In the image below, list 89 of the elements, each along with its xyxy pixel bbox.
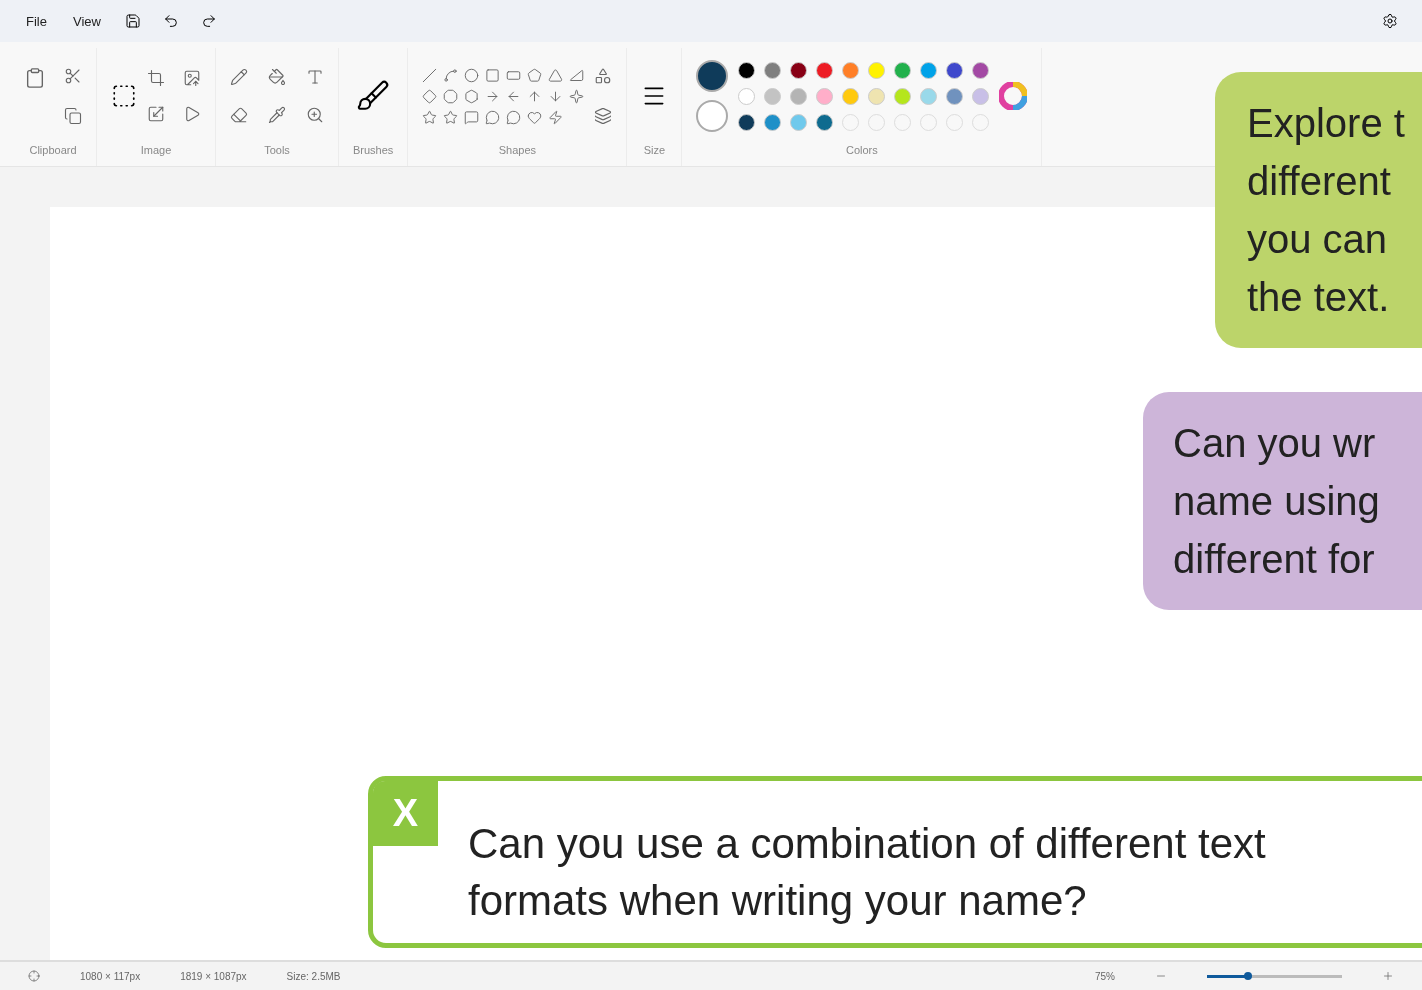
color-swatch[interactable] <box>894 87 912 105</box>
resize-icon[interactable] <box>147 105 165 123</box>
cut-icon[interactable] <box>64 67 82 85</box>
hint-text: you can <box>1247 216 1389 263</box>
color-swatch[interactable] <box>894 61 912 79</box>
color-swatch[interactable] <box>816 87 834 105</box>
zoom-level: 75% <box>1095 970 1115 982</box>
menu-item[interactable]: File <box>24 9 49 33</box>
oval-icon[interactable] <box>464 67 480 83</box>
diamond-icon[interactable] <box>422 88 438 104</box>
speech-bubble-icon[interactable] <box>485 109 501 125</box>
color-swatch[interactable] <box>972 61 990 79</box>
select-icon[interactable] <box>111 83 137 109</box>
color-swatch[interactable] <box>920 87 938 105</box>
group-label: Colors <box>845 144 878 158</box>
color-swatch[interactable] <box>946 61 964 79</box>
color-swatch[interactable] <box>764 113 782 131</box>
lightning-icon[interactable] <box>548 109 564 125</box>
image-icon[interactable] <box>183 69 201 87</box>
color-swatch[interactable] <box>868 61 886 79</box>
hint-text: the text. <box>1247 274 1391 321</box>
color-swatch[interactable] <box>920 61 938 79</box>
primary-color[interactable] <box>696 60 729 92</box>
curve-icon[interactable] <box>443 67 459 83</box>
octagon-icon[interactable] <box>443 88 459 104</box>
color-swatch[interactable] <box>790 113 808 131</box>
zoom-slider[interactable] <box>1207 974 1342 978</box>
speech-bubble-icon[interactable] <box>506 109 522 125</box>
color-swatch[interactable] <box>738 87 756 105</box>
canvas-size: 1819 × 1087px <box>180 970 247 982</box>
color-swatch[interactable] <box>738 61 756 79</box>
zoom-in-icon[interactable] <box>1382 970 1394 982</box>
group-label: Clipboard <box>29 144 77 158</box>
color-swatch[interactable] <box>764 61 782 79</box>
star-icon[interactable] <box>443 109 459 125</box>
redo-icon[interactable] <box>200 13 217 29</box>
star-icon[interactable] <box>422 109 438 125</box>
hint-text: name using <box>1173 478 1381 525</box>
selection-size: 1080 × 117px <box>80 970 141 982</box>
zoom-icon[interactable] <box>306 106 324 124</box>
pencil-icon[interactable] <box>230 68 248 86</box>
color-swatch[interactable] <box>946 87 964 105</box>
hint-text: different <box>1247 158 1392 205</box>
settings-icon[interactable] <box>1382 13 1398 29</box>
crop-icon[interactable] <box>147 69 165 87</box>
hint-text: Can you wr <box>1173 420 1377 467</box>
eraser-icon[interactable] <box>230 106 248 124</box>
color-swatch[interactable] <box>816 61 834 79</box>
color-wheel-icon[interactable] <box>999 82 1028 110</box>
color-swatch[interactable] <box>764 87 782 105</box>
group-label: Brushes <box>353 144 394 158</box>
color-swatch[interactable] <box>972 87 990 105</box>
heart-icon[interactable] <box>527 109 543 125</box>
hint-text: different for <box>1173 536 1376 583</box>
group-label: Shapes <box>498 144 536 158</box>
brush-icon[interactable] <box>356 79 391 113</box>
triangle-icon[interactable] <box>548 67 564 83</box>
paste-icon[interactable] <box>24 67 46 89</box>
task-badge: X <box>373 781 438 846</box>
arrow-right-icon[interactable] <box>485 88 501 104</box>
right-triangle-icon[interactable] <box>569 67 585 83</box>
rectangle-icon[interactable] <box>485 67 501 83</box>
hexagon-icon[interactable] <box>464 88 480 104</box>
color-swatch[interactable] <box>816 113 834 131</box>
speech-bubble-icon[interactable] <box>464 109 480 125</box>
pipette-icon[interactable] <box>268 106 286 124</box>
task-text: Can you use a combination of different text formats when writing your name? <box>468 819 1267 926</box>
group-label: Tools <box>264 144 290 158</box>
color-swatch[interactable] <box>842 61 860 79</box>
text-icon[interactable] <box>306 68 324 86</box>
color-swatch[interactable] <box>842 87 860 105</box>
color-swatch[interactable] <box>738 113 756 131</box>
file-size: Size: 2.5MB <box>286 970 341 982</box>
pentagon-icon[interactable] <box>527 67 543 83</box>
save-icon[interactable] <box>124 13 141 29</box>
color-swatch[interactable] <box>790 61 808 79</box>
group-label: Image <box>140 144 172 158</box>
line-icon[interactable] <box>422 67 438 83</box>
undo-icon[interactable] <box>162 13 179 29</box>
group-label: Size <box>643 144 666 158</box>
four-point-star-icon[interactable] <box>569 88 585 104</box>
arrow-down-icon[interactable] <box>548 88 564 104</box>
color-swatch[interactable] <box>790 87 808 105</box>
menu-item[interactable]: View <box>70 9 103 33</box>
copy-icon[interactable] <box>64 107 82 125</box>
paint-bucket-icon[interactable] <box>268 68 286 86</box>
secondary-color[interactable] <box>696 100 729 132</box>
hint-text: Explore t <box>1247 100 1406 147</box>
color-swatch[interactable] <box>868 87 886 105</box>
